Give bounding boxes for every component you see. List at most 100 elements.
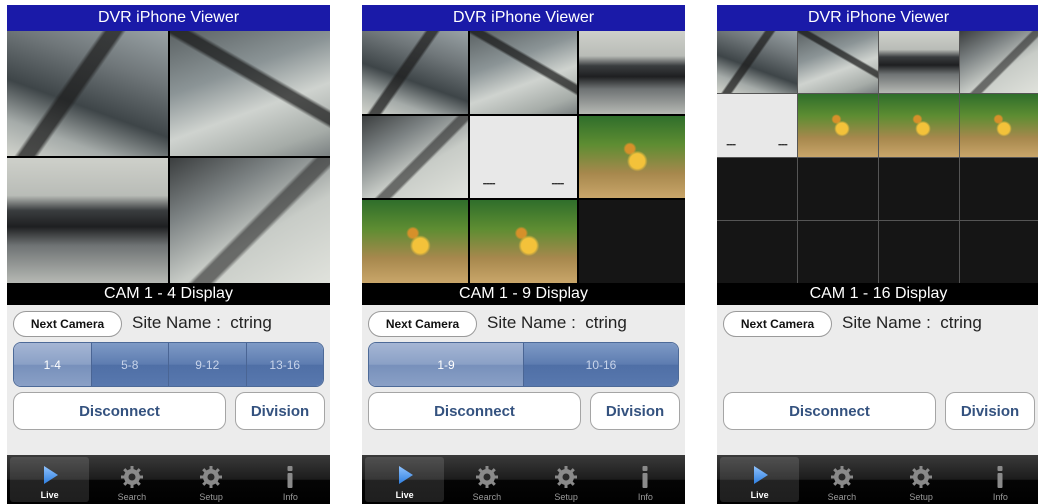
tab-setup[interactable]: Setup bbox=[172, 455, 251, 504]
tab-setup[interactable]: Setup bbox=[882, 455, 961, 504]
camera-feed-3[interactable] bbox=[879, 31, 959, 94]
camera-feed-5[interactable]: ▬▬▬ ▬▬▬ bbox=[717, 94, 797, 157]
play-icon bbox=[398, 466, 413, 484]
tab-label: Info bbox=[282, 492, 298, 502]
tab-live[interactable]: Live bbox=[365, 457, 445, 502]
camera-osd-text: ▬▬▬▬ bbox=[551, 180, 564, 187]
camera-feed-9[interactable] bbox=[717, 157, 797, 220]
segment-1-9[interactable]: 1-9 bbox=[369, 343, 523, 386]
display-label: CAM 1 - 16 Display bbox=[717, 283, 1038, 305]
site-name-label: Site Name : ctring bbox=[487, 313, 627, 332]
tab-label: Search bbox=[117, 492, 147, 502]
camera-feed-5[interactable]: ▬▬▬▬ ▬▬▬▬ bbox=[470, 115, 577, 199]
tab-label: Live bbox=[40, 490, 59, 500]
camera-feed-6[interactable] bbox=[578, 115, 685, 199]
camera-feed-3[interactable] bbox=[7, 158, 168, 283]
phone-screen-3: DVR iPhone Viewer ▬▬▬ ▬▬▬ CAM 1 - 16 Dis… bbox=[717, 5, 1038, 504]
camera-feed-10[interactable] bbox=[798, 157, 878, 220]
phone-screen-2: DVR iPhone Viewer ▬▬▬▬ ▬▬▬▬ CAM 1 - 9 Di… bbox=[362, 5, 685, 504]
tab-label: Search bbox=[472, 492, 502, 502]
site-name-label: Site Name : ctring bbox=[132, 313, 272, 332]
play-icon bbox=[43, 466, 58, 484]
display-label: CAM 1 - 4 Display bbox=[7, 283, 330, 305]
info-icon bbox=[642, 466, 648, 488]
camera-feed-4[interactable] bbox=[960, 31, 1038, 94]
tab-info[interactable]: Info bbox=[961, 455, 1038, 504]
tab-search[interactable]: Search bbox=[447, 455, 526, 504]
tab-label: Live bbox=[395, 490, 414, 500]
gear-icon bbox=[555, 466, 578, 488]
camera-feed-6[interactable] bbox=[798, 94, 878, 157]
camera-feed-14[interactable] bbox=[798, 220, 878, 283]
tab-label: Setup bbox=[909, 492, 933, 502]
app-title-bar: DVR iPhone Viewer bbox=[362, 5, 685, 31]
segment-5-8[interactable]: 5-8 bbox=[90, 343, 168, 386]
camera-feed-3[interactable] bbox=[578, 31, 685, 114]
camera-feed-15[interactable] bbox=[879, 220, 959, 283]
gear-icon bbox=[200, 466, 223, 488]
segment-1-4[interactable]: 1-4 bbox=[14, 343, 91, 386]
camera-feed-4[interactable] bbox=[169, 158, 330, 283]
gear-icon bbox=[910, 466, 933, 488]
camera-feed-2[interactable] bbox=[169, 31, 330, 156]
camera-feed-7[interactable] bbox=[879, 94, 959, 157]
app-title-bar: DVR iPhone Viewer bbox=[7, 5, 330, 31]
camera-feed-2[interactable] bbox=[798, 31, 878, 94]
tab-label: Live bbox=[750, 490, 769, 500]
camera-feed-16[interactable] bbox=[960, 220, 1038, 283]
next-camera-button[interactable]: Next Camera bbox=[13, 311, 122, 337]
disconnect-button[interactable]: Disconnect bbox=[723, 392, 936, 430]
camera-feed-4[interactable] bbox=[362, 115, 469, 199]
tab-info[interactable]: Info bbox=[606, 455, 685, 504]
camera-grid-9: ▬▬▬▬ ▬▬▬▬ bbox=[362, 31, 685, 283]
camera-osd-text: ▬▬▬ bbox=[726, 141, 736, 148]
info-icon bbox=[287, 466, 293, 488]
play-icon bbox=[753, 466, 768, 484]
tab-live[interactable]: Live bbox=[10, 457, 90, 502]
camera-grid-4 bbox=[7, 31, 330, 283]
division-button[interactable]: Division bbox=[590, 392, 680, 430]
camera-feed-13[interactable] bbox=[717, 220, 797, 283]
tab-bar: Live Search Setup Info bbox=[7, 455, 330, 504]
segment-9-12[interactable]: 9-12 bbox=[168, 343, 246, 386]
tab-live[interactable]: Live bbox=[720, 457, 800, 502]
camera-osd-text: ▬▬▬▬ bbox=[483, 180, 496, 187]
site-name-label: Site Name : ctring bbox=[842, 313, 982, 332]
tab-label: Info bbox=[637, 492, 653, 502]
gear-icon bbox=[830, 466, 853, 488]
tab-label: Setup bbox=[199, 492, 223, 502]
camera-group-segmented-control: 1-9 10-16 bbox=[368, 342, 679, 387]
camera-grid-16: ▬▬▬ ▬▬▬ bbox=[717, 31, 1038, 283]
division-button[interactable]: Division bbox=[945, 392, 1035, 430]
tab-label: Search bbox=[827, 492, 857, 502]
camera-feed-12[interactable] bbox=[960, 157, 1038, 220]
tab-setup[interactable]: Setup bbox=[527, 455, 606, 504]
camera-feed-1[interactable] bbox=[717, 31, 797, 94]
segment-13-16[interactable]: 13-16 bbox=[245, 343, 323, 386]
tab-search[interactable]: Search bbox=[802, 455, 881, 504]
camera-feed-8[interactable] bbox=[470, 200, 577, 283]
next-camera-button[interactable]: Next Camera bbox=[368, 311, 477, 337]
tab-bar: Live Search Setup Info bbox=[717, 455, 1038, 504]
gear-icon bbox=[475, 466, 498, 488]
app-title-bar: DVR iPhone Viewer bbox=[717, 5, 1038, 31]
gear-icon bbox=[120, 466, 143, 488]
next-camera-button[interactable]: Next Camera bbox=[723, 311, 832, 337]
camera-feed-1[interactable] bbox=[362, 31, 469, 114]
info-icon bbox=[997, 466, 1003, 488]
camera-feed-7[interactable] bbox=[362, 200, 469, 283]
tab-info[interactable]: Info bbox=[251, 455, 330, 504]
display-label: CAM 1 - 9 Display bbox=[362, 283, 685, 305]
camera-group-segmented-control: 1-4 5-8 9-12 13-16 bbox=[13, 342, 324, 387]
segment-10-16[interactable]: 10-16 bbox=[523, 343, 678, 386]
camera-feed-8[interactable] bbox=[960, 94, 1038, 157]
camera-feed-11[interactable] bbox=[879, 157, 959, 220]
tab-search[interactable]: Search bbox=[92, 455, 171, 504]
disconnect-button[interactable]: Disconnect bbox=[368, 392, 581, 430]
camera-feed-9[interactable] bbox=[578, 200, 685, 283]
camera-feed-1[interactable] bbox=[7, 31, 168, 156]
disconnect-button[interactable]: Disconnect bbox=[13, 392, 226, 430]
camera-feed-2[interactable] bbox=[470, 31, 577, 114]
tab-label: Info bbox=[992, 492, 1008, 502]
division-button[interactable]: Division bbox=[235, 392, 325, 430]
